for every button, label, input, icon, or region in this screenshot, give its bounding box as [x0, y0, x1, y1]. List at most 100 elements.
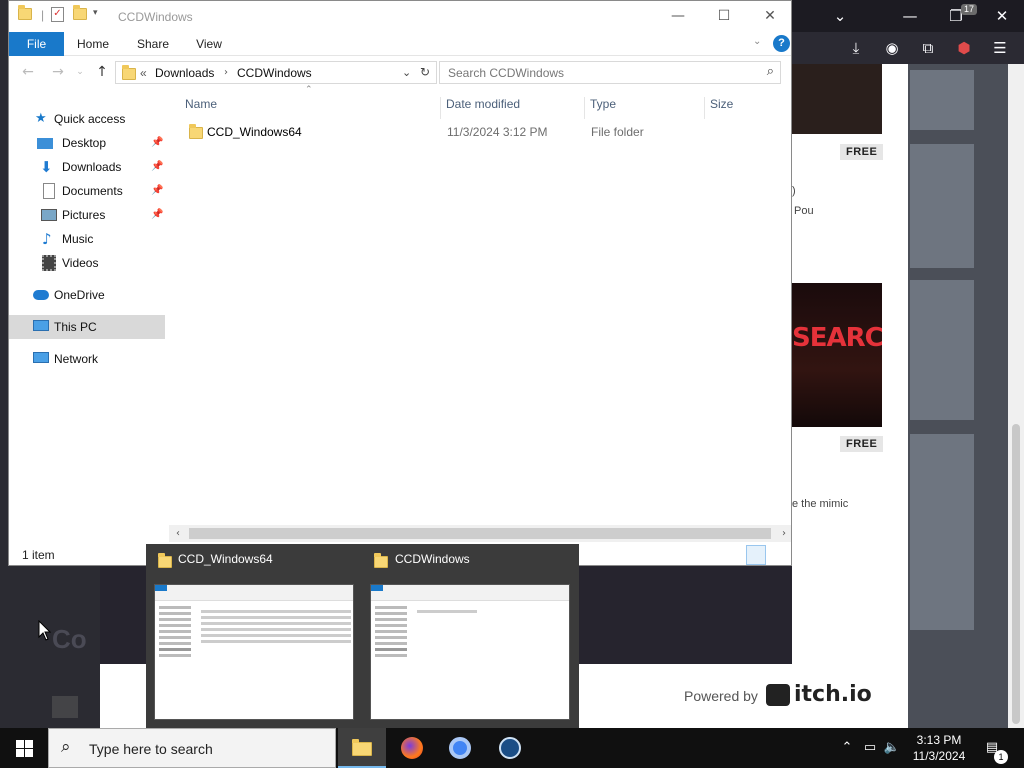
column-header-size[interactable]: Size [704, 97, 782, 119]
search-box[interactable]: Search CCDWindows ⌕ [439, 61, 781, 84]
volume-muted-icon[interactable]: 🔈 [882, 728, 902, 768]
scroll-left-icon[interactable]: ‹ [171, 525, 185, 542]
table-row[interactable]: CCD_Windows64 11/3/2024 3:12 PM File fol… [181, 122, 781, 144]
scroll-right-icon[interactable]: › [777, 525, 791, 542]
pin-icon[interactable]: 📌 [151, 203, 163, 227]
chevron-right-icon[interactable]: › [224, 67, 228, 78]
breadcrumb-overflow[interactable]: « [140, 66, 147, 80]
menu-icon[interactable]: ☰ [986, 32, 1014, 64]
tab-file[interactable]: File [9, 32, 64, 56]
expand-ribbon-icon[interactable]: ⌄ [753, 36, 761, 47]
firefox-icon [401, 737, 423, 759]
taskbar: ⌕ Type here to search ⌃ ▭ 🔈 3:13 PM 11/3… [0, 728, 1024, 768]
network-status-icon[interactable]: ▭ [860, 728, 880, 768]
close-button[interactable]: ✕ [747, 1, 793, 31]
sidebar-item-documents[interactable]: Documents 📌 [9, 179, 165, 203]
properties-icon[interactable]: ✓ [51, 7, 64, 22]
browser-toolbar: ⌄ — ❐ ✕ ⤓ ◉ ⧉ ⬢ ☰ [792, 0, 1024, 64]
sidebar-item-network[interactable]: Network [9, 347, 165, 371]
notification-count: 1 [994, 750, 1008, 764]
details-view-icon[interactable] [746, 545, 766, 565]
powered-by-text: Powered by [684, 688, 758, 704]
address-dropdown-icon[interactable]: ⌄ [402, 66, 411, 79]
folder-icon [18, 5, 32, 23]
item-count: 1 item [22, 548, 55, 562]
chromium-icon [449, 737, 471, 759]
back-arrow-icon[interactable]: ← [17, 61, 39, 83]
game-thumbnail-search[interactable]: SEARCH [792, 283, 882, 427]
tab-share[interactable]: Share [131, 32, 175, 56]
sidebar-item-onedrive[interactable]: OneDrive [9, 283, 165, 307]
itch-logo[interactable]: itch.io [766, 682, 872, 707]
scrollbar-thumb[interactable] [189, 528, 771, 539]
folder-icon [122, 65, 136, 80]
film-icon [42, 255, 56, 271]
account-icon[interactable]: ◉ [878, 32, 906, 64]
taskbar-firefox[interactable] [388, 728, 436, 768]
maximize-button[interactable]: ☐ [701, 1, 747, 31]
column-header-type[interactable]: Type [584, 97, 705, 119]
help-icon[interactable]: ? [773, 35, 790, 52]
list-all-tabs-icon[interactable]: ⌄ [826, 0, 854, 32]
forward-arrow-icon[interactable]: → [47, 61, 69, 83]
game-title-snippet: ) [792, 185, 796, 197]
tab-view[interactable]: View [187, 32, 231, 56]
column-header-date[interactable]: Date modified [440, 97, 585, 119]
preview-thumbnail[interactable] [370, 584, 570, 720]
large-icons-view-icon[interactable] [769, 545, 789, 565]
new-folder-icon[interactable] [73, 5, 87, 23]
cloud-icon [33, 290, 49, 300]
sidebar-item-desktop[interactable]: Desktop 📌 [9, 131, 165, 155]
extension-badge: 17 [961, 4, 978, 15]
extensions-icon[interactable]: ⧉ [914, 32, 942, 64]
monitor-icon [33, 320, 49, 331]
sidebar-item-music[interactable]: ♪ Music [9, 227, 165, 251]
taskbar-file-explorer[interactable] [338, 728, 386, 768]
separator: | [41, 8, 45, 22]
navigation-bar: ← → ⌄ ↑ « Downloads › CCDWindows ⌄ ↻ Sea… [9, 59, 791, 87]
game-thumbnail[interactable] [792, 64, 882, 134]
partial-heading: Co [52, 624, 87, 654]
breadcrumb-downloads[interactable]: Downloads [155, 66, 214, 80]
preview-title[interactable]: CCDWindows [395, 552, 470, 566]
refresh-icon[interactable]: ↻ [420, 65, 430, 79]
start-button[interactable] [0, 728, 48, 768]
minimize-button[interactable]: — [655, 1, 701, 31]
breadcrumb-ccdwindows[interactable]: CCDWindows [237, 66, 312, 80]
taskbar-preview: CCD_Windows64 CCDWindows [146, 544, 579, 728]
sidebar-item-videos[interactable]: Videos [9, 251, 165, 275]
minimize-icon[interactable]: — [896, 0, 924, 32]
game-author-snippet: Pou [794, 205, 814, 217]
horizontal-scrollbar[interactable]: ‹ › [169, 525, 791, 542]
taskbar-steam[interactable] [486, 728, 534, 768]
sidebar-item-pictures[interactable]: Pictures 📌 [9, 203, 165, 227]
game-desc-snippet: e the mimic [792, 498, 849, 510]
taskbar-chrome[interactable] [436, 728, 484, 768]
preview-thumbnail[interactable] [154, 584, 354, 720]
pin-icon[interactable]: 📌 [151, 131, 163, 155]
close-icon[interactable]: ✕ [988, 0, 1016, 32]
ublock-icon[interactable]: ⬢ [950, 32, 978, 64]
tab-home[interactable]: Home [71, 32, 115, 56]
sidebar-item-downloads[interactable]: ⬇ Downloads 📌 [9, 155, 165, 179]
up-arrow-icon[interactable]: ↑ [91, 61, 113, 83]
preview-title[interactable]: CCD_Windows64 [178, 552, 273, 566]
show-hidden-icons-icon[interactable]: ⌃ [838, 728, 856, 768]
downloads-icon[interactable]: ⤓ [842, 32, 870, 64]
customize-qat-icon[interactable]: ▾ [93, 8, 98, 18]
column-header-name[interactable]: Name [179, 97, 441, 119]
address-bar[interactable]: « Downloads › CCDWindows ⌄ ↻ [115, 61, 437, 84]
system-clock[interactable]: 3:13 PM 11/3/2024 [906, 732, 972, 764]
sidebar-item-quick-access[interactable]: ★ Quick access [9, 107, 165, 131]
windows-logo-icon [16, 740, 24, 748]
recent-locations-icon[interactable]: ⌄ [69, 61, 91, 83]
itch-gamepad-icon [766, 684, 790, 706]
page-scrollbar[interactable] [1008, 64, 1024, 728]
taskbar-search[interactable]: ⌕ Type here to search [48, 728, 336, 768]
folder-icon [158, 553, 172, 568]
pin-icon[interactable]: 📌 [151, 179, 163, 203]
sidebar-item-this-pc[interactable]: This PC [9, 315, 165, 339]
title-bar[interactable]: | ✓ ▾ CCDWindows — ☐ ✕ [9, 1, 791, 32]
mouse-cursor-icon [38, 620, 52, 641]
pin-icon[interactable]: 📌 [151, 155, 163, 179]
